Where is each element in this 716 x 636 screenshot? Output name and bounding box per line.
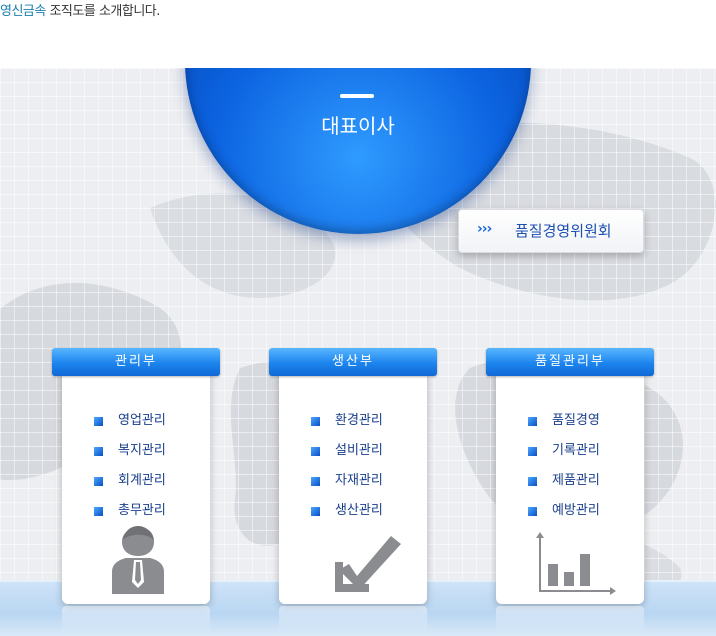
intro-text: 영신금속 조직도를 소개합니다. [0, 0, 160, 19]
dept-item-list: 품질경영 기록관리 제품관리 예방관리 [496, 406, 644, 526]
bullet-icon [311, 477, 320, 486]
org-chart: 대표이사 ››› 품질경영위원회 영업관리 복지관리 회계관리 총무관리 관리부 [0, 68, 716, 636]
bullet-icon [528, 447, 537, 456]
bar-chart-icon [536, 532, 616, 595]
quality-committee-box: ››› 품질경영위원회 [458, 209, 644, 253]
bullet-icon [94, 447, 103, 456]
bullet-icon [528, 507, 537, 516]
bullet-icon [311, 507, 320, 516]
bullet-icon [311, 417, 320, 426]
checkmark-icon [335, 536, 401, 592]
list-item: 예방관리 [496, 496, 644, 526]
list-item: 설비관리 [279, 436, 427, 466]
list-item: 생산관리 [279, 496, 427, 526]
intro-caption: 조직도를 소개합니다. [45, 4, 160, 19]
bullet-icon [528, 417, 537, 426]
list-item: 환경관리 [279, 406, 427, 436]
list-item: 복지관리 [62, 436, 210, 466]
ceo-bar [340, 94, 374, 98]
card-reflection [62, 606, 210, 634]
dept-item-list: 환경관리 설비관리 자재관리 생산관리 [279, 406, 427, 526]
committee-label: 품질경영위원회 [515, 222, 612, 240]
bullet-icon [311, 447, 320, 456]
chevron-right-icon: ››› [477, 221, 492, 237]
dept-title: 생산부 [269, 348, 437, 376]
list-item: 자재관리 [279, 466, 427, 496]
bullet-icon [94, 507, 103, 516]
list-item: 총무관리 [62, 496, 210, 526]
card-reflection [279, 606, 427, 634]
ceo-label: 대표이사 [321, 114, 395, 138]
dept-title: 관리부 [52, 348, 220, 376]
list-item: 영업관리 [62, 406, 210, 436]
bullet-icon [528, 477, 537, 486]
list-item: 기록관리 [496, 436, 644, 466]
card-reflection [496, 606, 644, 634]
list-item: 회계관리 [62, 466, 210, 496]
company-name: 영신금속 [0, 4, 46, 19]
bullet-icon [94, 417, 103, 426]
dept-title: 품질관리부 [486, 348, 654, 376]
list-item: 제품관리 [496, 466, 644, 496]
list-item: 품질경영 [496, 406, 644, 436]
person-icon [112, 526, 164, 594]
bullet-icon [94, 477, 103, 486]
dept-item-list: 영업관리 복지관리 회계관리 총무관리 [62, 406, 210, 526]
